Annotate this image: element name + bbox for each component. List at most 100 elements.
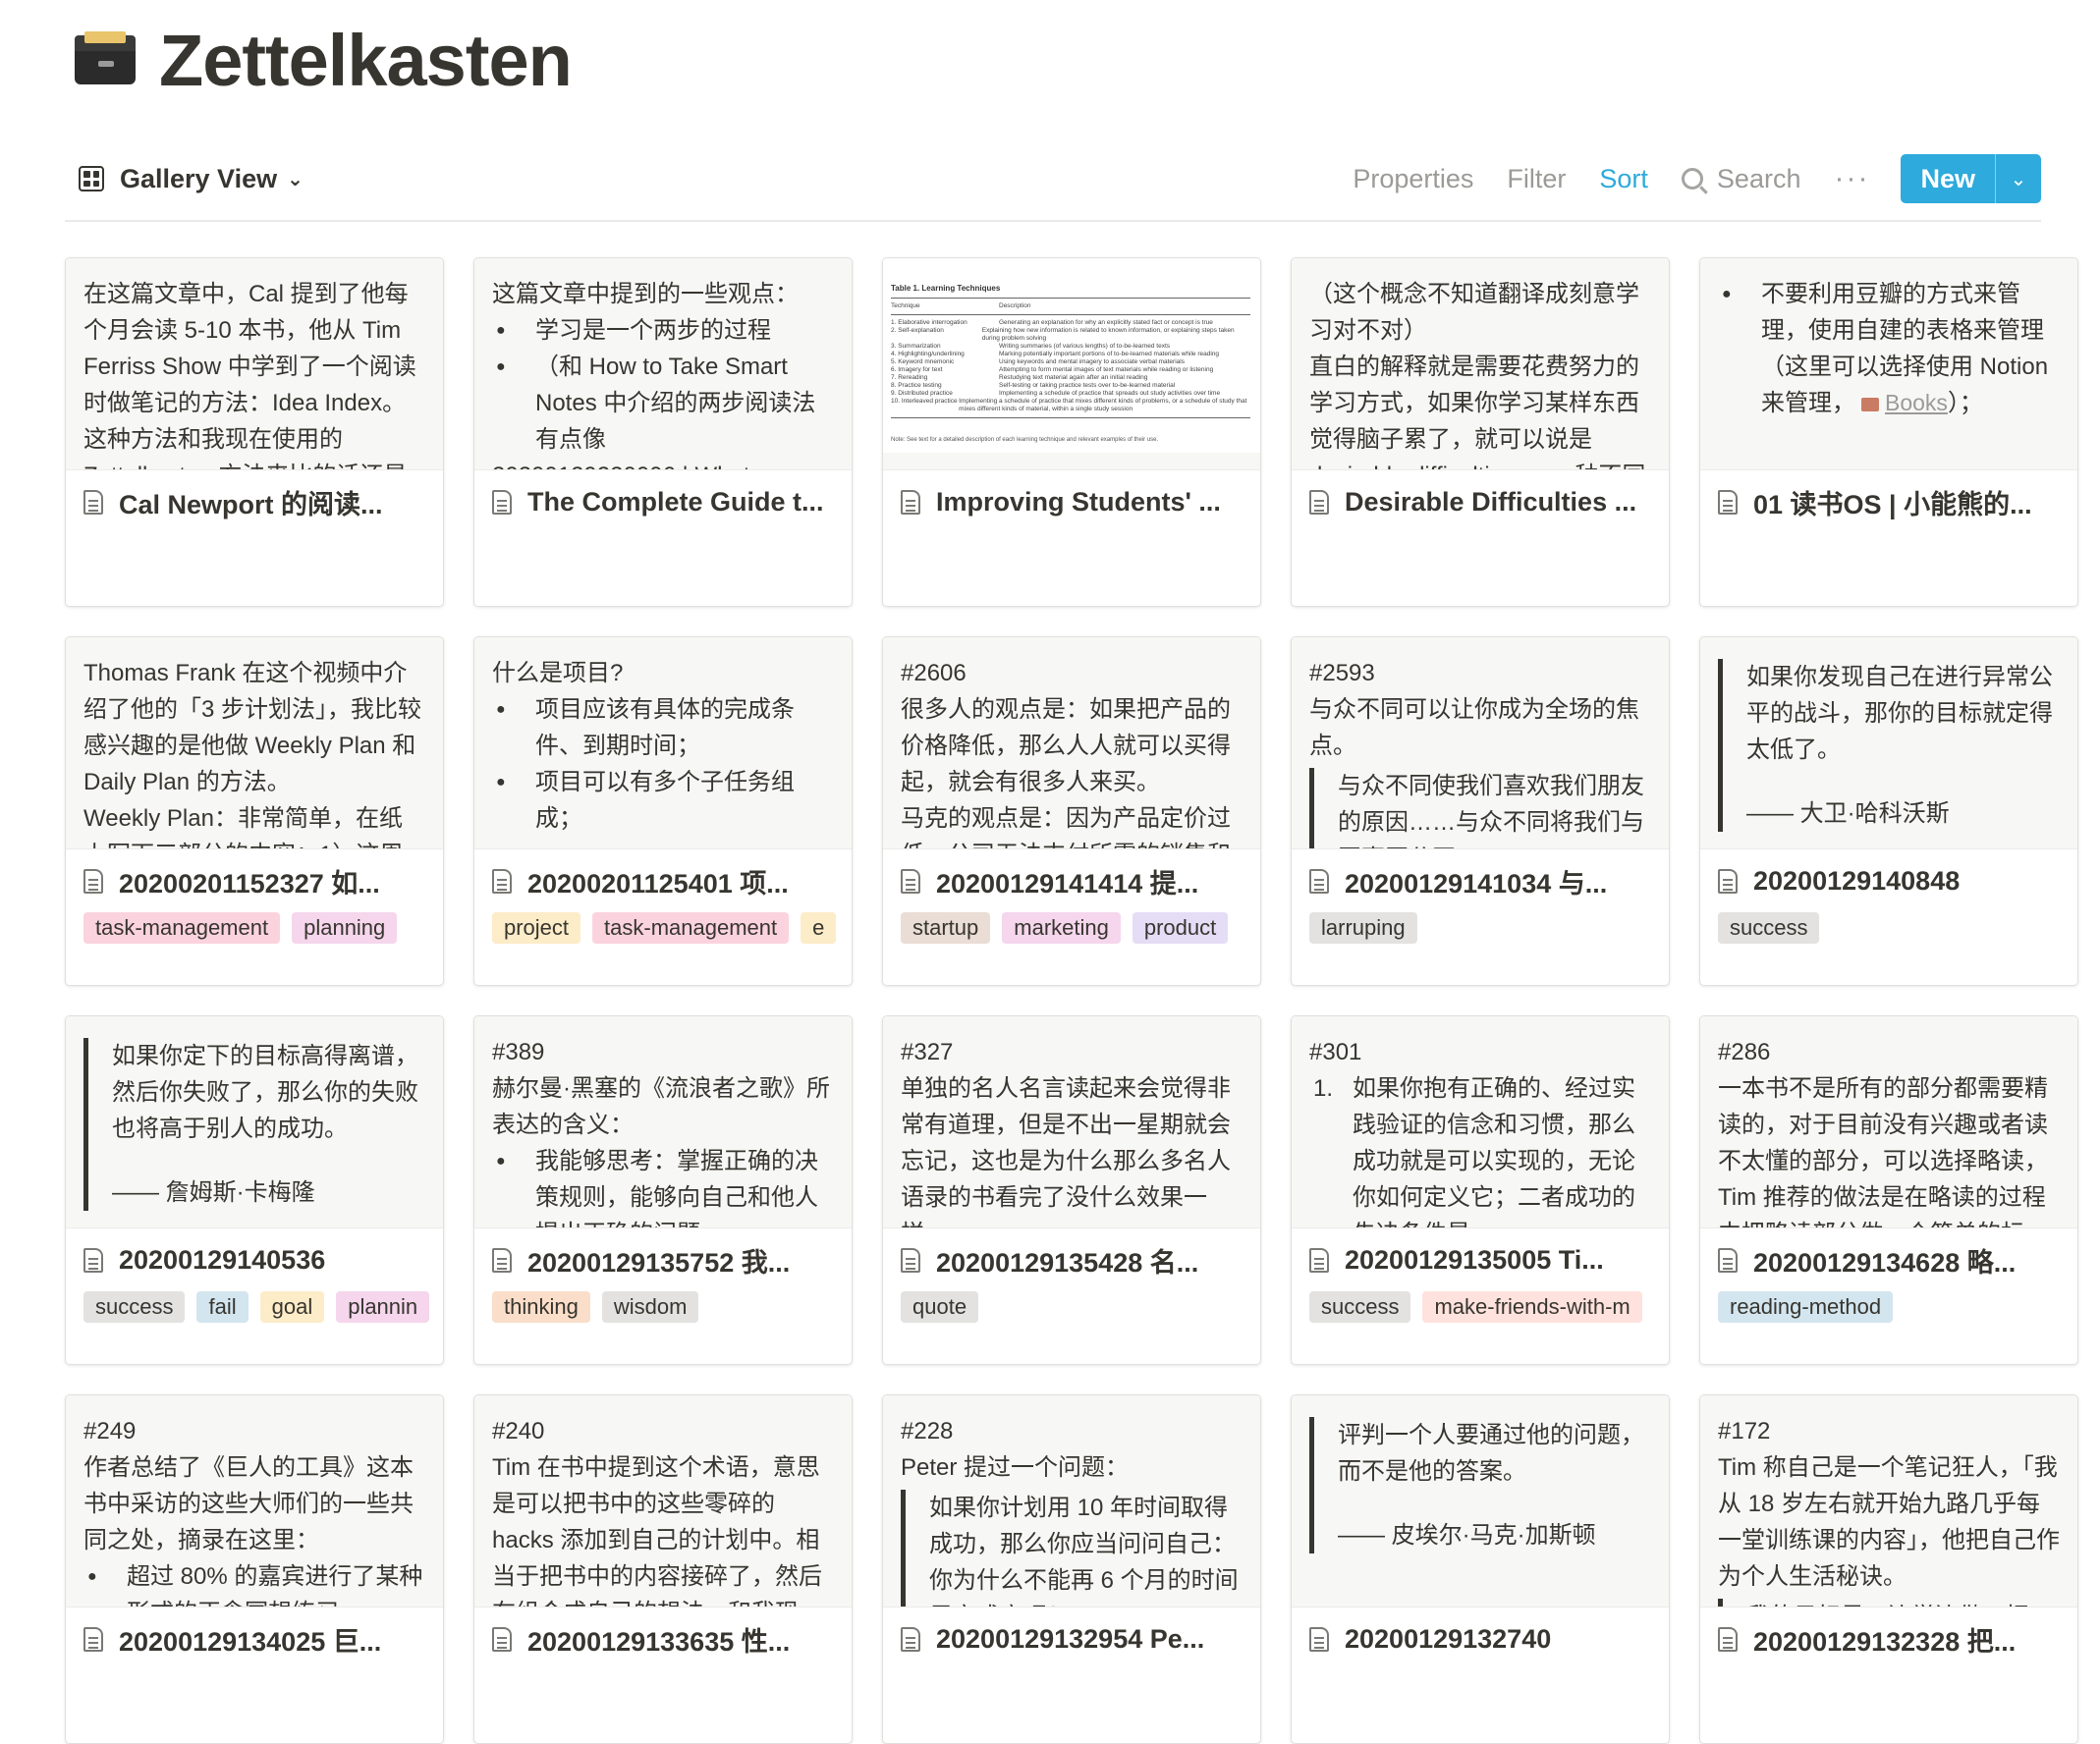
card-title[interactable]: Improving Students' ... — [883, 470, 1260, 533]
gallery-card[interactable]: 在这篇文章中，Cal 提到了他每个月会读 5-10 本书，他从 Tim Ferr… — [65, 257, 444, 607]
quote-text: 评判一个人要通过他的问题，而不是他的答案。 — [1338, 1422, 1644, 1485]
preview-text: Tim 称自己是一个笔记狂人，「我从 18 岁左右就开始九路几乎每一堂训练课的内… — [1718, 1454, 2060, 1590]
numbered-item: 如果你抱有正确的、经过实践验证的信念和习惯，那么成功就是可以实现的，无论你如何定… — [1309, 1070, 1651, 1227]
card-title[interactable]: 20200129135005 Ti... — [1292, 1228, 1669, 1291]
new-options-chevron-icon[interactable]: ⌄ — [1995, 154, 2041, 203]
sort-button[interactable]: Sort — [1599, 164, 1648, 194]
card-title[interactable]: 20200129135428 名... — [883, 1228, 1260, 1291]
gallery-card[interactable]: 这篇文章中提到的一些观点： 学习是一个两步的过程（和 How to Take Sm… — [473, 257, 853, 607]
quote-spacer — [1746, 768, 2060, 795]
tag-reading-method: reading-method — [1718, 1291, 1894, 1323]
card-preview: 不要利用豆瓣的方式来管理，使用自建的表格来管理（这里可以选择使用 Notion … — [1700, 258, 2077, 470]
card-title[interactable]: 20200129140848 — [1700, 849, 2077, 912]
bullet-item: （和 How to Take Smart Notes 中介绍的两步阅读法有点像 — [496, 349, 834, 458]
search-button[interactable]: Search — [1681, 163, 1801, 194]
table-cell: Implementing a schedule of practice that… — [959, 398, 1247, 412]
table-cell: 10. Interleaved practice — [891, 398, 958, 405]
card-preview: #240 Tim 在书中提到这个术语，意思是可以把书中的这些零碎的 hacks 添… — [474, 1395, 852, 1608]
tag-larruping: larruping — [1309, 912, 1417, 944]
card-preview: 这篇文章中提到的一些观点： 学习是一个两步的过程（和 How to Take Sm… — [474, 258, 852, 470]
card-title[interactable]: 20200129134025 巨... — [66, 1608, 443, 1670]
card-title[interactable]: 01 读书OS | 小能熊的... — [1700, 470, 2077, 533]
new-button[interactable]: New — [1901, 154, 1995, 203]
search-label: Search — [1716, 163, 1801, 193]
gallery-card[interactable]: 不要利用豆瓣的方式来管理，使用自建的表格来管理（这里可以选择使用 Notion … — [1699, 257, 2078, 607]
preview-text: 在这篇文章中，Cal 提到了他每个月会读 5-10 本书，他从 Tim Ferr… — [83, 281, 416, 469]
table-cell: Restudying text material again after an … — [999, 374, 1148, 381]
gallery-card[interactable]: Table 1. Learning Techniques Technique Des… — [882, 257, 1261, 607]
table-cell: Using keywords and mental imagery to ass… — [999, 358, 1185, 365]
card-title[interactable]: 20200201152327 如... — [66, 849, 443, 912]
gallery-card[interactable]: Thomas Frank 在这个视频中介绍了他的「3 步计划法」，我比较感兴趣的… — [65, 636, 444, 986]
card-title[interactable]: 20200129132740 — [1292, 1608, 1669, 1670]
table-row: 3. Summarization Writing summaries (of va… — [891, 343, 1250, 351]
properties-button[interactable]: Properties — [1353, 164, 1473, 194]
page-icon — [1718, 868, 1738, 894]
gallery-card[interactable]: #172 Tim 称自己是一个笔记狂人，「我从 18 岁左右就开始九路几乎每一堂训… — [1699, 1394, 2078, 1744]
more-options-button[interactable]: ··· — [1834, 162, 1869, 195]
card-title-text: Cal Newport 的阅读... — [119, 489, 383, 519]
card-title[interactable]: 20200129132954 Pe... — [883, 1608, 1260, 1670]
gallery-card[interactable]: 如果你定下的目标高得离谱，然后你失败了，那么你的失败也将高于别人的成功。 —— 詹… — [65, 1015, 444, 1365]
books-icon — [1861, 397, 1879, 411]
gallery-card[interactable]: #286 一本书不是所有的部分都需要精读的，对于目前没有兴趣或者读不太懂的部分，可… — [1699, 1015, 2078, 1365]
gallery-card[interactable]: 评判一个人要通过他的问题，而不是他的答案。 —— 皮埃尔·马克·加斯顿 202001… — [1291, 1394, 1670, 1744]
page-link-books[interactable]: Books — [1885, 390, 1948, 415]
page-icon — [1309, 489, 1329, 515]
table-caption: Table 1. Learning Techniques — [891, 284, 1001, 293]
preview-text: #228 — [901, 1418, 954, 1444]
gallery-card[interactable]: #2593 与众不同可以让你成为全场的焦点。 与众不同使我们喜欢我们朋友的原因……与… — [1291, 636, 1670, 986]
tag-wisdom: wisdom — [601, 1291, 699, 1323]
page-icon — [83, 1626, 103, 1652]
tag-list: task-management planning — [66, 912, 443, 944]
gallery-card[interactable]: #301 如果你抱有正确的、经过实践验证的信念和习惯，那么成功就是可以实现的，无论… — [1291, 1015, 1670, 1365]
page-icon — [901, 868, 920, 894]
gallery-icon — [79, 166, 104, 191]
gallery-card[interactable]: 什么是项目? 项目应该有具体的完成条件、到期时间；项目可以有多个子任务组成； 202… — [473, 636, 853, 986]
card-preview: 评判一个人要通过他的问题，而不是他的答案。 —— 皮埃尔·马克·加斯顿 — [1292, 1395, 1669, 1608]
gallery-card[interactable]: #240 Tim 在书中提到这个术语，意思是可以把书中的这些零碎的 hacks 添… — [473, 1394, 853, 1744]
filter-button[interactable]: Filter — [1507, 164, 1566, 194]
preview-text: #240 — [492, 1418, 545, 1444]
bullet-list: 不要利用豆瓣的方式来管理，使用自建的表格来管理（这里可以选择使用 Notion … — [1718, 276, 2060, 421]
table-cell: 6. Imagery for text — [891, 366, 943, 373]
card-title[interactable]: 20200129132328 把... — [1700, 1608, 2077, 1670]
card-title[interactable]: The Complete Guide t... — [474, 470, 852, 533]
table-cell: Generating an explanation for why an exp… — [999, 319, 1213, 326]
card-preview: 如果你定下的目标高得离谱，然后你失败了，那么你的失败也将高于别人的成功。 —— 詹… — [66, 1016, 443, 1228]
gallery-card[interactable]: #327 单独的名人名言读起来会觉得非常有道理，但是不出一星期就会忘记，这也是为什… — [882, 1015, 1261, 1365]
gallery-card[interactable]: #2606 很多人的观点是：如果把产品的价格降低，那么人人就可以买得起，就会有很多… — [882, 636, 1261, 986]
card-title[interactable]: 20200129134628 略... — [1700, 1228, 2077, 1291]
card-title-text: 20200129141034 与... — [1345, 868, 1608, 899]
table-cell: 1. Elaborative interrogation — [891, 319, 967, 326]
card-title[interactable]: 20200201125401 项... — [474, 849, 852, 912]
card-title[interactable]: 20200129133635 性... — [474, 1608, 852, 1670]
table-cell: 4. Highlighting/underlining — [891, 351, 965, 357]
gallery-card[interactable]: （这个概念不知道翻译成刻意学习对不对） 直白的解释就是需要花费努力的学习方式，如果… — [1291, 257, 1670, 607]
gallery-card[interactable]: 如果你发现自己在进行异常公平的战斗，那你的目标就定得太低了。 —— 大卫·哈科沃斯… — [1699, 636, 2078, 986]
card-title[interactable]: 20200129141034 与... — [1292, 849, 1669, 912]
card-title[interactable]: 20200129141414 提... — [883, 849, 1260, 912]
table-cell: Self-testing or taking practice tests ov… — [999, 382, 1176, 389]
card-title[interactable]: Desirable Difficulties ... — [1292, 470, 1669, 533]
preview-text: Tim 在书中提到这个术语，意思是可以把书中的这些零碎的 hacks 添加到自己… — [492, 1454, 822, 1607]
quote-author: —— 大卫·哈科沃斯 — [1746, 800, 1950, 827]
card-title[interactable]: Cal Newport 的阅读... — [66, 470, 443, 533]
bullet-item: 项目可以有多个子任务组成； — [496, 764, 834, 837]
card-title[interactable]: 20200129140536 — [66, 1228, 443, 1291]
tag-e: e — [801, 912, 837, 944]
tag-goal: goal — [259, 1291, 325, 1323]
quote-spacer — [112, 1147, 425, 1174]
bullet-item: 学习是一个两步的过程 — [496, 312, 834, 349]
gallery-card[interactable]: #228 Peter 提过一个问题： 如果你计划用 10 年时间取得成功，那么你应当… — [882, 1394, 1261, 1744]
page-icon — [492, 868, 512, 894]
quote-block: 评判一个人要通过他的问题，而不是他的答案。 —— 皮埃尔·马克·加斯顿 — [1309, 1417, 1651, 1553]
table-row: 2. Self-explanation Explaining how new in… — [891, 327, 1250, 343]
gallery-card[interactable]: #389 赫尔曼·黑塞的《流浪者之歌》所表达的含义：我能够思考：掌握正确的决策规则… — [473, 1015, 853, 1365]
tag-list: reading-method — [1700, 1291, 2077, 1323]
card-title[interactable]: 20200129135752 我... — [474, 1228, 852, 1291]
view-switcher[interactable]: Gallery View ⌄ — [65, 164, 304, 194]
table-head: Technique Description — [891, 302, 1250, 310]
gallery-card[interactable]: #249 作者总结了《巨人的工具》这本书中采访的这些大师们的一些共同之处，摘录在这… — [65, 1394, 444, 1744]
page-icon — [1309, 868, 1329, 894]
